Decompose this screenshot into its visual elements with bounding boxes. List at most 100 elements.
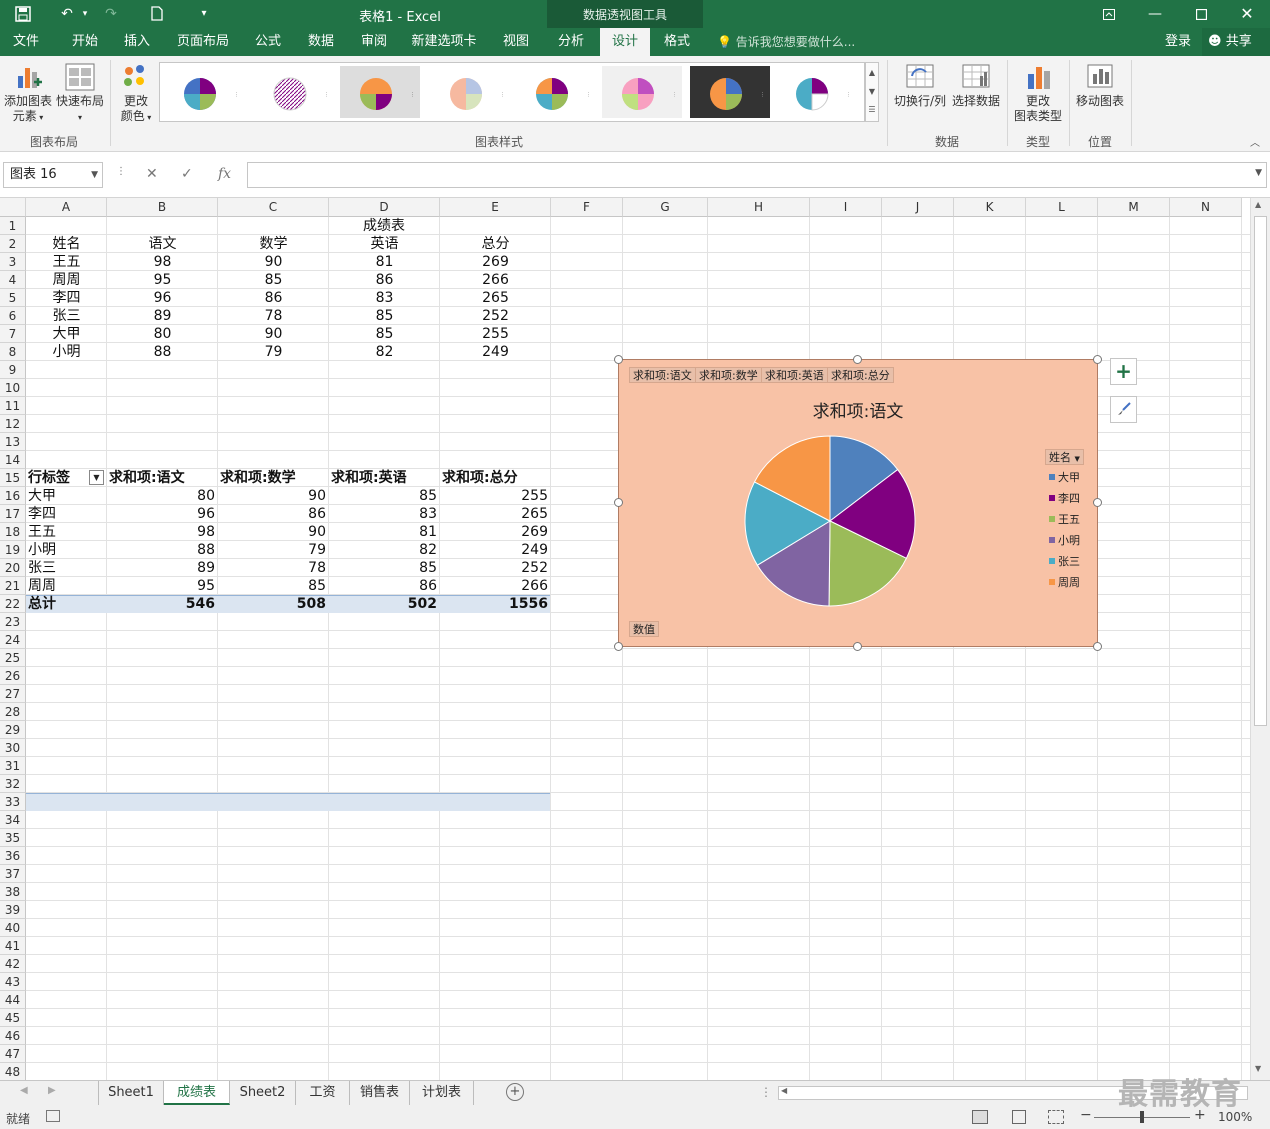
row-header[interactable]: 26: [0, 667, 26, 685]
row-header[interactable]: 9: [0, 361, 26, 379]
row-header[interactable]: 39: [0, 901, 26, 919]
tab-analyze[interactable]: 分析: [548, 28, 594, 56]
resize-handle[interactable]: [1093, 355, 1102, 364]
row-header[interactable]: 19: [0, 541, 26, 559]
row-header[interactable]: 22: [0, 595, 26, 613]
table-cell[interactable]: 78: [218, 307, 329, 325]
vertical-scroll-thumb[interactable]: [1254, 216, 1267, 726]
pie-plot-area[interactable]: [743, 434, 917, 608]
pivot-cell[interactable]: 80: [107, 487, 218, 505]
table-cell[interactable]: 81: [329, 253, 440, 271]
resize-handle[interactable]: [1093, 498, 1102, 507]
pivot-cell[interactable]: 79: [218, 541, 329, 559]
add-chart-element-button[interactable]: 添加图表 元素 ▾: [2, 62, 54, 125]
column-header[interactable]: H: [708, 198, 810, 217]
minimize-icon[interactable]: —: [1132, 0, 1178, 28]
row-header[interactable]: 11: [0, 397, 26, 415]
resize-handle[interactable]: [853, 642, 862, 651]
new-sheet-icon[interactable]: +: [506, 1083, 524, 1101]
maximize-icon[interactable]: [1178, 0, 1224, 28]
expand-formula-icon[interactable]: ▼: [1255, 168, 1262, 178]
scroll-left-icon[interactable]: ◀: [781, 1086, 787, 1095]
column-header[interactable]: J: [882, 198, 954, 217]
pivot-cell[interactable]: 李四: [26, 505, 107, 523]
row-header[interactable]: 7: [0, 325, 26, 343]
move-chart-button[interactable]: 移动图表: [1072, 62, 1128, 109]
pivot-cell[interactable]: 85: [329, 487, 440, 505]
row-header[interactable]: 16: [0, 487, 26, 505]
row-header[interactable]: 40: [0, 919, 26, 937]
select-all-corner[interactable]: [0, 198, 26, 217]
chart-style-6-thumb[interactable]: ⋮: [602, 66, 682, 118]
tab-home[interactable]: 开始: [60, 28, 110, 56]
sheet-tab-grades[interactable]: 成绩表: [164, 1081, 230, 1105]
macro-record-icon[interactable]: [46, 1110, 60, 1122]
table-cell[interactable]: 90: [218, 253, 329, 271]
table-header-cell[interactable]: 数学: [218, 235, 329, 253]
chart-style-4-thumb[interactable]: ⋮: [430, 66, 510, 118]
table-cell[interactable]: 249: [440, 343, 551, 361]
pivot-cell[interactable]: 张三: [26, 559, 107, 577]
close-icon[interactable]: ✕: [1224, 0, 1270, 28]
tab-new-tab[interactable]: 新建选项卡: [404, 28, 484, 56]
zoom-out-icon[interactable]: −: [1080, 1107, 1092, 1123]
table-cell[interactable]: 86: [218, 289, 329, 307]
resize-handle[interactable]: [1093, 642, 1102, 651]
pivot-cell[interactable]: 85: [329, 559, 440, 577]
row-header[interactable]: 18: [0, 523, 26, 541]
row-header[interactable]: 38: [0, 883, 26, 901]
row-header[interactable]: 1: [0, 217, 26, 235]
share-button[interactable]: ☻ 共享: [1202, 28, 1270, 56]
pivot-cell[interactable]: 大甲: [26, 487, 107, 505]
table-cell[interactable]: 79: [218, 343, 329, 361]
pivot-chart[interactable]: 求和项:语文 求和项:数学 求和项:英语 求和项:总分 求和项:语文 姓名 ▼ …: [618, 359, 1098, 647]
legend-field-button[interactable]: 姓名 ▼: [1045, 449, 1084, 465]
resize-handle[interactable]: [853, 355, 862, 364]
tab-data[interactable]: 数据: [298, 28, 344, 56]
pivot-cell[interactable]: 周周: [26, 577, 107, 595]
tab-file[interactable]: 文件: [2, 28, 50, 56]
field-button-english[interactable]: 求和项:英语: [761, 367, 828, 383]
row-header[interactable]: 44: [0, 991, 26, 1009]
row-header[interactable]: 41: [0, 937, 26, 955]
row-header[interactable]: 20: [0, 559, 26, 577]
row-header[interactable]: 45: [0, 1009, 26, 1027]
pivot-cell[interactable]: 255: [440, 487, 551, 505]
tab-insert[interactable]: 插入: [114, 28, 160, 56]
chart-styles-gallery[interactable]: ⋮ ⋮ ⋮ ⋮ ⋮ ⋮ ⋮ ⋮: [159, 62, 865, 122]
pivot-cell[interactable]: 96: [107, 505, 218, 523]
row-header[interactable]: 42: [0, 955, 26, 973]
row-header[interactable]: 36: [0, 847, 26, 865]
chart-elements-plus-icon[interactable]: +: [1110, 358, 1137, 385]
table-cell[interactable]: 95: [107, 271, 218, 289]
row-header[interactable]: 4: [0, 271, 26, 289]
pivot-total-cell[interactable]: 502: [329, 595, 440, 613]
select-data-button[interactable]: 选择数据: [950, 62, 1002, 109]
row-header[interactable]: 46: [0, 1027, 26, 1045]
sheet-tab-sheet2[interactable]: Sheet2: [230, 1081, 296, 1105]
row-header[interactable]: 3: [0, 253, 26, 271]
pivot-cell[interactable]: 88: [107, 541, 218, 559]
pivot-cell[interactable]: 王五: [26, 523, 107, 541]
pivot-total-cell[interactable]: 508: [218, 595, 329, 613]
table-cell[interactable]: 85: [329, 307, 440, 325]
row-header[interactable]: 32: [0, 775, 26, 793]
table-cell[interactable]: 252: [440, 307, 551, 325]
gallery-down-icon[interactable]: ▼: [866, 83, 878, 101]
row-header[interactable]: 37: [0, 865, 26, 883]
table-cell[interactable]: 小明: [26, 343, 107, 361]
table-header-cell[interactable]: 总分: [440, 235, 551, 253]
table-header-cell[interactable]: 英语: [329, 235, 440, 253]
sheet-tab-sales[interactable]: 销售表: [350, 1081, 410, 1105]
chart-style-5-thumb[interactable]: ⋮: [516, 66, 596, 118]
pivot-header-cell[interactable]: 求和项:总分: [440, 469, 551, 487]
chart-styles-brush-icon[interactable]: [1110, 396, 1137, 423]
table-cell[interactable]: 李四: [26, 289, 107, 307]
pivot-cell[interactable]: 249: [440, 541, 551, 559]
row-header[interactable]: 5: [0, 289, 26, 307]
scroll-up-icon[interactable]: ▲: [1255, 200, 1261, 209]
row-label-filter-icon[interactable]: ▼: [89, 470, 104, 485]
pivot-cell[interactable]: 85: [218, 577, 329, 595]
save-icon[interactable]: [10, 4, 36, 24]
pivot-cell[interactable]: 小明: [26, 541, 107, 559]
